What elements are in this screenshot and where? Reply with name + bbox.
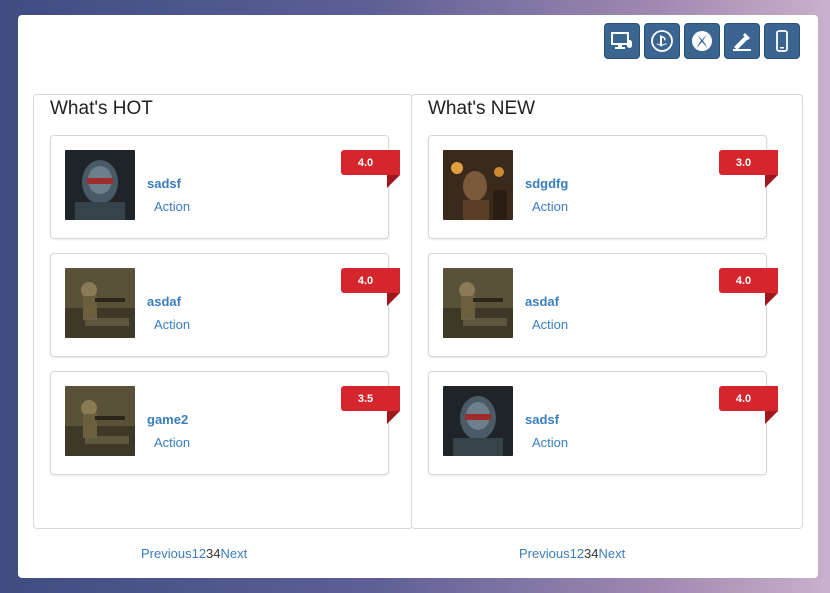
desktop-icon xyxy=(611,32,632,49)
game-thumbnail xyxy=(65,386,135,456)
game-thumbnail xyxy=(65,268,135,338)
platform-xbox-button[interactable] xyxy=(684,23,720,59)
game-genre-link[interactable]: Action xyxy=(532,435,568,450)
pagination-page-4[interactable]: 4 xyxy=(591,546,598,561)
platform-mobile-button[interactable] xyxy=(764,23,800,59)
pagination-page-4[interactable]: 4 xyxy=(213,546,220,561)
new-pagination: Previous1234Next xyxy=(519,546,625,561)
game-name-link[interactable]: sdgdfg xyxy=(525,176,568,191)
pagination-previous[interactable]: Previous xyxy=(141,546,192,561)
game-genre-link[interactable]: Action xyxy=(532,199,568,214)
pagination-next[interactable]: Next xyxy=(221,546,248,561)
ribbon-fold xyxy=(387,293,400,306)
main-frame: What's HOT sadsf Action 4.0 asdaf Action… xyxy=(18,15,818,578)
pagination-page-1[interactable]: 1 xyxy=(192,546,199,561)
ribbon-fold xyxy=(765,411,778,424)
xbox-icon xyxy=(692,31,712,51)
platform-filter-bar xyxy=(604,23,800,59)
game-name-link[interactable]: asdaf xyxy=(147,294,181,309)
game-card[interactable]: sadsf Action 4.0 xyxy=(428,371,778,475)
hot-pagination: Previous1234Next xyxy=(141,546,247,561)
game-genre-link[interactable]: Action xyxy=(154,435,190,450)
game-name-link[interactable]: sadsf xyxy=(525,412,559,427)
rating-badge: 3.5 xyxy=(341,386,400,411)
pagination-previous[interactable]: Previous xyxy=(519,546,570,561)
rating-badge: 3.0 xyxy=(719,150,778,175)
ribbon-fold xyxy=(765,293,778,306)
playstation-icon xyxy=(651,30,673,52)
rating-badge: 4.0 xyxy=(341,150,400,175)
game-name-link[interactable]: asdaf xyxy=(525,294,559,309)
game-card[interactable]: sadsf Action 4.0 xyxy=(50,135,400,239)
game-thumbnail xyxy=(65,150,135,220)
game-thumbnail xyxy=(443,150,513,220)
ribbon-fold xyxy=(387,411,400,424)
tools-icon xyxy=(733,33,751,51)
whats-new-title: What's NEW xyxy=(428,98,536,119)
whats-new-panel: What's NEW sdgdfg Action 3.0 asdaf Actio… xyxy=(411,94,803,529)
platform-tools-button[interactable] xyxy=(724,23,760,59)
ribbon-fold xyxy=(765,175,778,188)
platform-playstation-button[interactable] xyxy=(644,23,680,59)
ribbon-fold xyxy=(387,175,400,188)
pagination-next[interactable]: Next xyxy=(599,546,626,561)
game-name-link[interactable]: game2 xyxy=(147,412,188,427)
game-card[interactable]: asdaf Action 4.0 xyxy=(428,253,778,357)
game-genre-link[interactable]: Action xyxy=(532,317,568,332)
rating-badge: 4.0 xyxy=(719,386,778,411)
rating-badge: 4.0 xyxy=(341,268,400,293)
game-thumbnail xyxy=(443,268,513,338)
game-thumbnail xyxy=(443,386,513,456)
game-name-link[interactable]: sadsf xyxy=(147,176,181,191)
whats-hot-title: What's HOT xyxy=(50,98,153,119)
pagination-page-2[interactable]: 2 xyxy=(199,546,206,561)
pagination-page-1[interactable]: 1 xyxy=(570,546,577,561)
game-genre-link[interactable]: Action xyxy=(154,199,190,214)
game-card[interactable]: game2 Action 3.5 xyxy=(50,371,400,475)
mobile-icon xyxy=(776,30,788,52)
platform-pc-button[interactable] xyxy=(604,23,640,59)
pagination-page-2[interactable]: 2 xyxy=(577,546,584,561)
whats-hot-panel: What's HOT sadsf Action 4.0 asdaf Action… xyxy=(33,94,413,529)
game-genre-link[interactable]: Action xyxy=(154,317,190,332)
game-card[interactable]: asdaf Action 4.0 xyxy=(50,253,400,357)
rating-badge: 4.0 xyxy=(719,268,778,293)
game-card[interactable]: sdgdfg Action 3.0 xyxy=(428,135,778,239)
